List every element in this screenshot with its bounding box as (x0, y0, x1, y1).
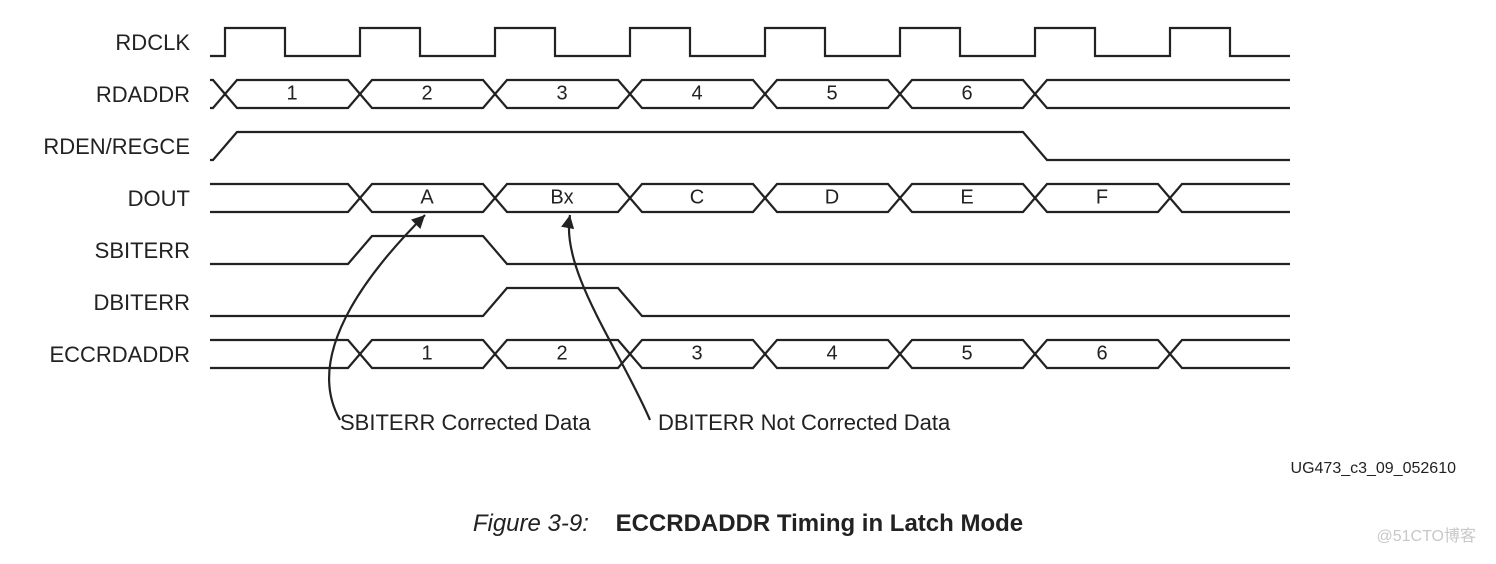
svg-text:A: A (420, 186, 434, 208)
svg-text:1: 1 (286, 82, 297, 104)
svg-text:F: F (1096, 186, 1108, 208)
wave-rdclk (210, 28, 1290, 56)
wave-dout (210, 184, 1290, 212)
wave-dbiterr (210, 288, 1290, 316)
wave-eccrdaddr (210, 340, 1290, 368)
timing-diagram: RDCLK RDADDR RDEN/REGCE DOUT SBITERR DBI… (0, 0, 1496, 564)
wave-rden (210, 132, 1290, 160)
arrow-sbiterr (329, 215, 425, 420)
svg-text:6: 6 (961, 82, 972, 104)
svg-text:E: E (960, 186, 973, 208)
svg-text:Bx: Bx (550, 186, 573, 208)
svg-text:5: 5 (961, 342, 972, 364)
svg-text:1: 1 (421, 342, 432, 364)
svg-text:3: 3 (691, 342, 702, 364)
waveform-svg: 1 2 3 4 5 6 A Bx C D E F 1 2 3 4 5 6 (0, 0, 1496, 564)
wave-rdaddr (210, 80, 1290, 108)
wave-sbiterr (210, 236, 1290, 264)
svg-text:3: 3 (556, 82, 567, 104)
svg-text:2: 2 (556, 342, 567, 364)
svg-text:2: 2 (421, 82, 432, 104)
svg-text:D: D (825, 186, 839, 208)
arrow-dbiterr (569, 215, 650, 420)
svg-text:C: C (690, 186, 704, 208)
svg-text:4: 4 (826, 342, 837, 364)
svg-text:4: 4 (691, 82, 702, 104)
svg-text:5: 5 (826, 82, 837, 104)
svg-text:6: 6 (1096, 342, 1107, 364)
